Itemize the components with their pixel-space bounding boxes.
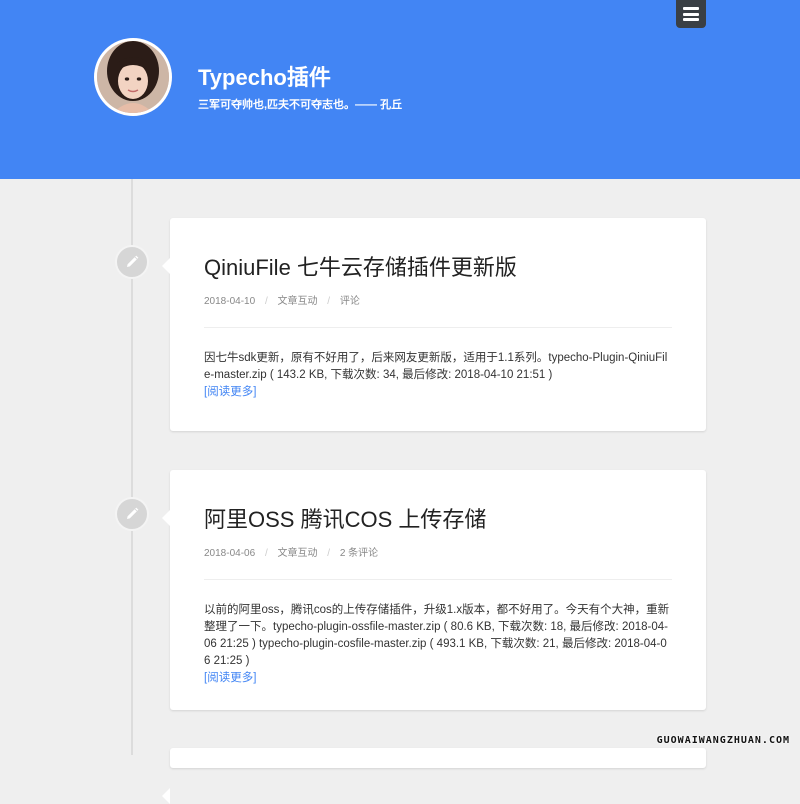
post-excerpt: 以前的阿里oss，腾讯cos的上传存储插件，升级1.x版本，都不好用了。今天有个…: [204, 602, 672, 687]
post-title[interactable]: 阿里OSS 腾讯COS 上传存储: [204, 470, 672, 534]
read-more-link[interactable]: [阅读更多]: [204, 386, 256, 398]
meta-separator: /: [327, 548, 331, 559]
site-header: Typecho插件 三军可夺帅也,匹夫不可夺志也。—— 孔丘: [0, 0, 800, 179]
post-card: QiniuFile 七牛云存储插件更新版 2018-04-10 / 文章互动 /…: [162, 218, 706, 431]
read-more-link[interactable]: [阅读更多]: [204, 672, 256, 684]
avatar-image: [97, 41, 169, 113]
meta-separator: /: [264, 548, 268, 559]
hamburger-menu-icon: [683, 7, 699, 10]
post-meta: 2018-04-06 / 文章互动 / 2 条评论: [204, 544, 672, 559]
divider: [204, 579, 672, 580]
pencil-icon: [115, 497, 149, 531]
post-comments-link[interactable]: 评论: [340, 296, 360, 307]
post-meta: 2018-04-10 / 文章互动 / 评论: [204, 292, 672, 307]
meta-separator: /: [327, 296, 331, 307]
post-category-link[interactable]: 文章互动: [278, 548, 318, 559]
pencil-icon: [115, 245, 149, 279]
hamburger-menu-icon-bar: [683, 12, 699, 16]
hamburger-menu-icon-bar: [683, 18, 699, 21]
post-date: 2018-04-06: [204, 548, 256, 559]
post-comments-link[interactable]: 2 条评论: [340, 548, 378, 559]
post-title[interactable]: QiniuFile 七牛云存储插件更新版: [204, 218, 672, 282]
post-card: 阿里OSS 腾讯COS 上传存储 2018-04-06 / 文章互动 / 2 条…: [162, 470, 706, 710]
post-card: [162, 748, 706, 804]
avatar[interactable]: [94, 38, 172, 116]
post-excerpt-text: 因七牛sdk更新，原有不好用了，后来网友更新版，适用于1.1系列。typecho…: [204, 352, 668, 381]
menu-toggle-button[interactable]: [676, 0, 706, 28]
post-date: 2018-04-10: [204, 296, 256, 307]
site-description: 三军可夺帅也,匹夫不可夺志也。—— 孔丘: [198, 99, 403, 111]
divider: [204, 327, 672, 328]
site-title[interactable]: Typecho插件: [198, 60, 331, 92]
post-excerpt-text: 以前的阿里oss，腾讯cos的上传存储插件，升级1.x版本，都不好用了。今天有个…: [204, 604, 670, 667]
meta-separator: /: [264, 296, 268, 307]
post-category-link[interactable]: 文章互动: [278, 296, 318, 307]
post-excerpt: 因七牛sdk更新，原有不好用了，后来网友更新版，适用于1.1系列。typecho…: [204, 350, 672, 401]
watermark: GUOWAIWANGZHUAN.COM: [656, 735, 790, 746]
